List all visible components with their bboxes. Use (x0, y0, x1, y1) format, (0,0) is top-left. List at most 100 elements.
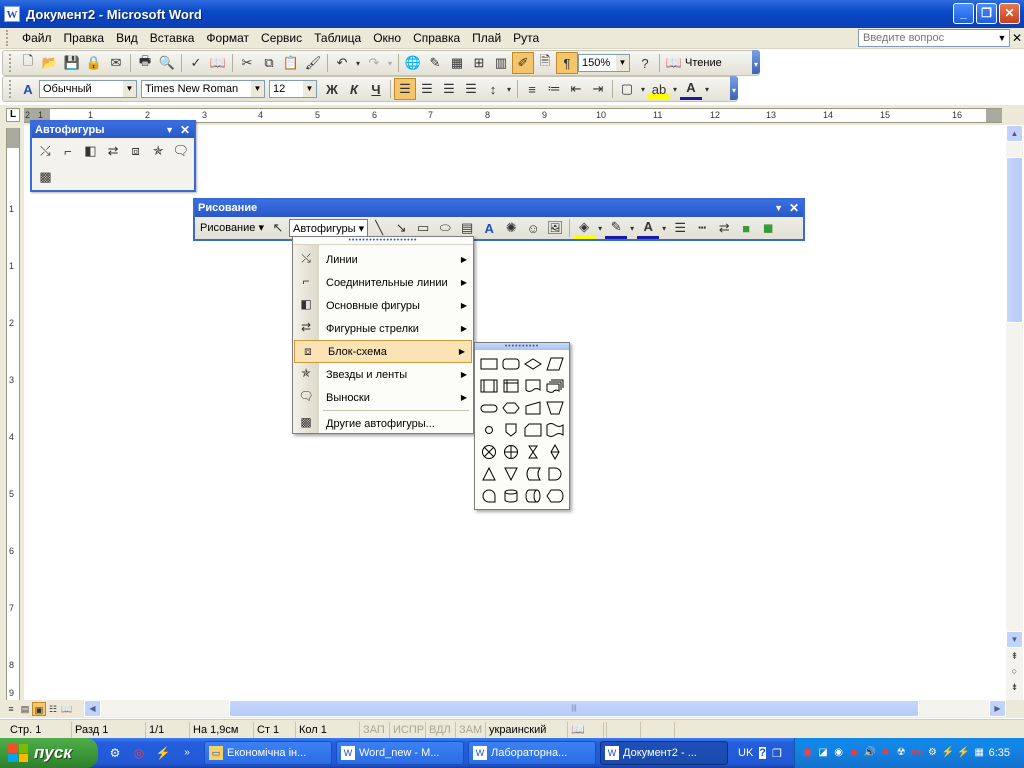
menu-format[interactable]: Формат (200, 31, 255, 45)
increase-indent-icon[interactable]: ⇥ (587, 78, 609, 100)
menu-file[interactable]: Файл (16, 31, 58, 45)
flowchart-merge-icon[interactable] (500, 463, 522, 485)
menu-insert[interactable]: Вставка (144, 31, 201, 45)
menu-drag-handle[interactable]: •••••••••••••••••••• (293, 237, 473, 245)
flowchart-decision-icon[interactable] (522, 353, 544, 375)
styles-formatting-icon[interactable]: A (17, 78, 39, 100)
menu-ruta[interactable]: Рута (507, 31, 545, 45)
network-tray-icon[interactable]: ▦ (973, 746, 986, 760)
opera-icon[interactable]: ◎ (130, 744, 148, 762)
bullets-icon[interactable]: ≔ (543, 78, 565, 100)
diagram-icon[interactable]: ✺ (500, 217, 522, 239)
basic-shapes-icon[interactable]: ◧ (79, 140, 102, 162)
flowchart-magnetic-disk-icon[interactable] (500, 485, 522, 507)
minimize-button[interactable]: _ (953, 3, 974, 24)
menu-item-flowchart[interactable]: ⧈ Блок-схема ▶ (294, 340, 472, 363)
flowchart-manual-operation-icon[interactable] (544, 397, 566, 419)
spelling-icon[interactable]: ✓ (185, 52, 207, 74)
tray-app-icon[interactable]: ✖ (879, 746, 892, 760)
menu-plai[interactable]: Плай (466, 31, 507, 45)
dash-style-icon[interactable]: ┅ (691, 217, 713, 239)
block-arrows-icon[interactable]: ⇄ (102, 140, 125, 162)
flowchart-predefined-process-icon[interactable] (478, 375, 500, 397)
volume-icon[interactable]: 🔊 (864, 746, 877, 760)
toolbar-options-icon[interactable]: ▾ (752, 50, 760, 74)
flowchart-multidocument-icon[interactable] (544, 375, 566, 397)
permission-icon[interactable]: 🔒 (83, 52, 105, 74)
language-indicator[interactable]: UK (738, 747, 753, 759)
reading-layout-label[interactable]: Чтение (685, 57, 722, 69)
toolbar-grip[interactable] (9, 80, 13, 98)
vertical-scroll-thumb[interactable] (1006, 157, 1023, 323)
help-icon[interactable]: ? (634, 52, 656, 74)
line-color-icon[interactable]: ✎ (605, 217, 628, 239)
chevron-down-icon[interactable]: ▼ (123, 81, 136, 97)
align-left-icon[interactable]: ☰ (394, 78, 416, 100)
line-color-dropdown-icon[interactable]: ▾ (627, 217, 637, 239)
toolbar-options-icon[interactable]: ▾ (730, 76, 738, 100)
lines-icon[interactable]: ⤯ (34, 140, 57, 162)
shadow-style-icon[interactable]: ■ (735, 217, 757, 239)
flowchart-card-icon[interactable] (522, 419, 544, 441)
flowchart-sequential-storage-icon[interactable] (478, 485, 500, 507)
chevron-down-icon[interactable]: ▼ (251, 81, 264, 97)
submenu-drag-handle[interactable]: •••••••••• (475, 343, 569, 350)
cut-icon[interactable]: ✂ (236, 52, 258, 74)
highlight-dropdown-icon[interactable]: ▾ (670, 78, 680, 100)
tray-app-icon[interactable]: ⚡ (957, 746, 970, 760)
font-color-icon[interactable]: A (637, 217, 660, 239)
font-select[interactable]: Times New Roman ▼ (141, 80, 265, 98)
tray-app-icon[interactable]: ◉ (832, 746, 845, 760)
callouts-icon[interactable]: 🗨 (169, 140, 192, 162)
copy-icon[interactable]: ⧉ (258, 52, 280, 74)
justify-icon[interactable]: ☰ (460, 78, 482, 100)
research-icon[interactable]: 📖 (207, 52, 229, 74)
numbering-icon[interactable]: ≡ (521, 78, 543, 100)
drawing-icon[interactable]: ✐ (512, 52, 534, 74)
line-style-icon[interactable]: ☰ (669, 217, 691, 239)
flowchart-delay-icon[interactable] (544, 463, 566, 485)
menu-item-connectors[interactable]: ⌐ Соединительные линии ▶ (293, 271, 473, 294)
align-right-icon[interactable]: ☰ (438, 78, 460, 100)
horizontal-scroll-thumb[interactable]: ||| (229, 700, 919, 717)
print-layout-icon[interactable]: ▣ (32, 702, 46, 716)
reading-view-icon[interactable]: 📖 (60, 702, 74, 716)
menu-item-block-arrows[interactable]: ⇄ Фигурные стрелки ▶ (293, 317, 473, 340)
taskbar-button-active[interactable]: W Документ2 - ... (600, 741, 728, 765)
tab-selector[interactable]: L (6, 108, 20, 122)
close-document-button[interactable]: ✕ (1012, 31, 1022, 45)
underline-button[interactable]: Ч (365, 78, 387, 100)
tray-app-icon[interactable]: ☢ (895, 746, 908, 760)
flowchart-preparation-icon[interactable] (500, 397, 522, 419)
close-button[interactable]: ✕ (999, 3, 1020, 24)
expand-quick-launch-icon[interactable]: » (178, 744, 196, 762)
chevron-down-icon[interactable]: ▼ (616, 55, 629, 71)
line-spacing-dropdown-icon[interactable]: ▾ (504, 78, 514, 100)
ati-icon[interactable]: ATI (910, 746, 923, 760)
chevron-down-icon[interactable]: ▼ (303, 81, 316, 97)
fill-color-dropdown-icon[interactable]: ▾ (595, 217, 605, 239)
flowchart-extract-icon[interactable] (478, 463, 500, 485)
menu-window[interactable]: Окно (367, 31, 407, 45)
redo-icon[interactable]: ↷ (363, 52, 385, 74)
tray-app-icon[interactable]: ⚙ (926, 746, 939, 760)
scroll-left-icon[interactable]: ◀ (84, 700, 101, 717)
select-objects-icon[interactable]: ↖ (267, 217, 289, 239)
print-preview-icon[interactable]: 🔍 (156, 52, 178, 74)
insert-table-icon[interactable]: ▦ (446, 52, 468, 74)
drawing-title-bar[interactable]: Рисование ▼ ✕ (195, 200, 803, 217)
drawing-menu-button[interactable]: Рисование ▾ (197, 219, 267, 237)
clock[interactable]: 6:35 (989, 747, 1010, 759)
flowchart-data-icon[interactable] (544, 353, 566, 375)
network-icon[interactable]: ⚙ (106, 744, 124, 762)
ask-question-input[interactable]: Введите вопрос ▼ (858, 29, 1010, 47)
tray-app-icon[interactable]: ▣ (801, 746, 814, 760)
flowchart-process-icon[interactable] (478, 353, 500, 375)
email-icon[interactable]: ✉ (105, 52, 127, 74)
menu-table[interactable]: Таблица (308, 31, 367, 45)
toolbar-grip[interactable] (9, 54, 13, 72)
menu-item-lines[interactable]: ⤯ Линии ▶ (293, 248, 473, 271)
menu-view[interactable]: Вид (110, 31, 144, 45)
flowchart-collate-icon[interactable] (522, 441, 544, 463)
insert-excel-icon[interactable]: ⊞ (468, 52, 490, 74)
